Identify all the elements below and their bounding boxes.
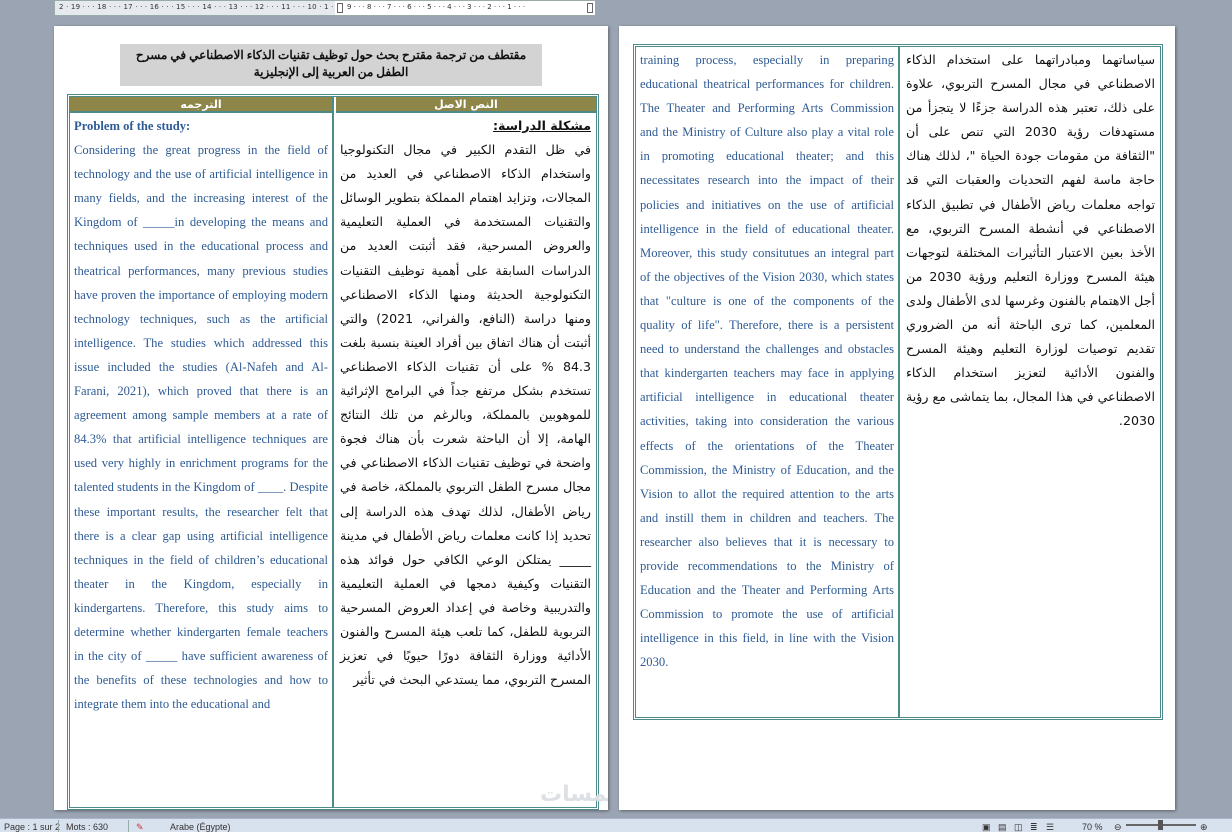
ruler-right-numbers: 9 · · · 8 · · · 7 · · · 6 · · · 5 · · · … <box>347 3 526 11</box>
page-count-status[interactable]: Page : 1 sur 2 <box>4 822 60 832</box>
zoom-in-icon[interactable]: ⊕ <box>1200 822 1208 832</box>
arabic-text-cell-continued[interactable]: سياساتهما ومبادراتهما على استخدام الذكاء… <box>902 47 1160 434</box>
original-column-continued[interactable]: سياساتهما ومبادراتهما على استخدام الذكاء… <box>902 47 1160 717</box>
print-layout-icon[interactable]: ▣ <box>982 822 991 832</box>
document-title: مقتطف من ترجمة مقترح بحث حول توظيف تقنيا… <box>120 44 542 86</box>
translation-column-continued[interactable]: training process, especially in preparin… <box>636 47 900 717</box>
english-paragraph-continued: training process, especially in preparin… <box>640 53 894 670</box>
translation-column[interactable]: الترجمه Problem of the study: Considerin… <box>70 97 334 807</box>
english-heading: Problem of the study: <box>74 119 191 133</box>
english-text-cell-continued[interactable]: training process, especially in preparin… <box>636 47 898 674</box>
translation-column-header: الترجمه <box>70 97 332 113</box>
translation-table-continued[interactable]: training process, especially in preparin… <box>633 44 1163 720</box>
zoom-level[interactable]: 70 % <box>1082 822 1103 832</box>
document-page-2[interactable]: training process, especially in preparin… <box>619 26 1175 810</box>
original-column-header: النص الاصل <box>336 97 596 113</box>
english-paragraph: Considering the great progress in the fi… <box>74 143 328 712</box>
translation-table[interactable]: الترجمه Problem of the study: Considerin… <box>67 94 599 810</box>
status-bar: Page : 1 sur 2 Mots : 630 ✎ Arabe (Égypt… <box>0 818 1232 832</box>
document-page-1[interactable]: مقتطف من ترجمة مقترح بحث حول توظيف تقنيا… <box>54 26 608 810</box>
zoom-out-icon[interactable]: ⊖ <box>1114 822 1122 832</box>
original-column[interactable]: النص الاصل مشكلة الدراسة: في ظل التقدم ا… <box>336 97 596 807</box>
indent-marker-right[interactable] <box>587 3 593 13</box>
watermark-logo: خمسات <box>540 782 608 807</box>
horizontal-ruler[interactable]: 2 · 19 · · · 18 · · · 17 · · · 16 · · · … <box>54 0 596 16</box>
word-count-status[interactable]: Mots : 630 <box>66 822 108 832</box>
spellcheck-icon[interactable]: ✎ <box>136 822 144 832</box>
arabic-heading: مشكلة الدراسة: <box>492 118 591 133</box>
status-divider <box>128 820 129 832</box>
full-screen-icon[interactable]: ▤ <box>998 822 1007 832</box>
status-divider <box>58 820 59 832</box>
arabic-text-cell[interactable]: مشكلة الدراسة: في ظل التقدم الكبير في مج… <box>336 113 596 692</box>
draft-icon[interactable]: ☰ <box>1046 822 1054 832</box>
arabic-paragraph-continued: سياساتهما ومبادراتهما على استخدام الذكاء… <box>906 52 1156 429</box>
zoom-slider-handle[interactable] <box>1158 820 1163 830</box>
indent-marker-left[interactable] <box>337 3 343 13</box>
ruler-left-numbers: 2 · 19 · · · 18 · · · 17 · · · 16 · · · … <box>59 3 334 11</box>
outline-icon[interactable]: ≣ <box>1030 822 1038 832</box>
arabic-paragraph: في ظل التقدم الكبير في مجال التكنولوجيا … <box>340 142 591 688</box>
english-text-cell[interactable]: Problem of the study: Considering the gr… <box>70 113 332 716</box>
language-status[interactable]: Arabe (Égypte) <box>170 822 231 832</box>
web-layout-icon[interactable]: ◫ <box>1014 822 1023 832</box>
